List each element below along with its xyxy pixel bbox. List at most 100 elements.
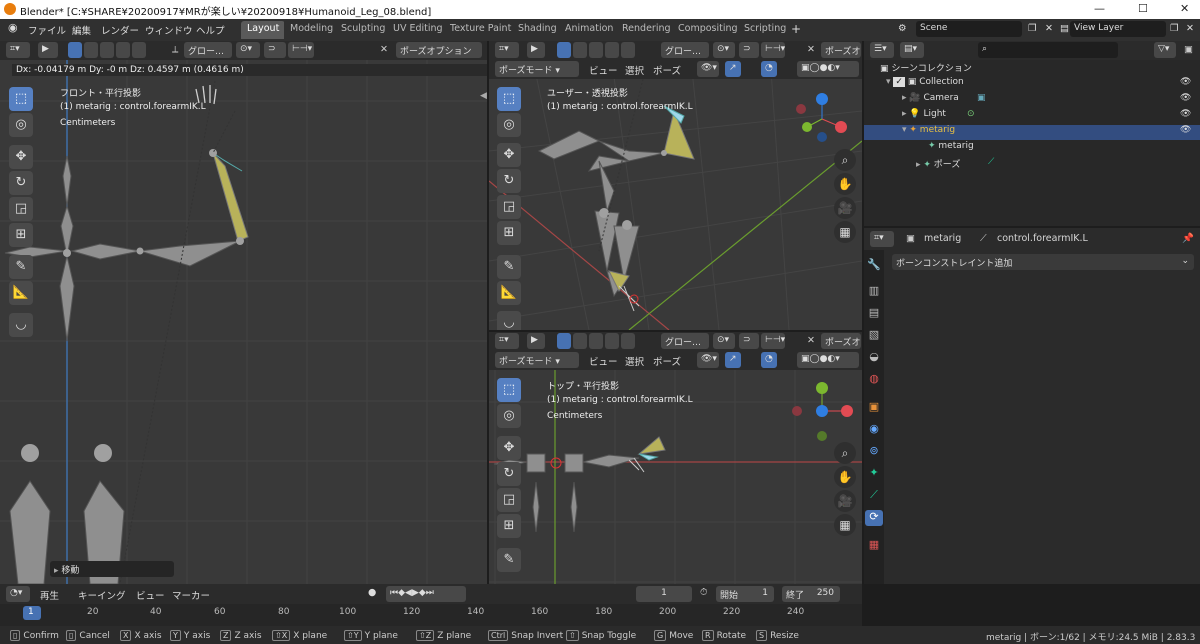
top-tool-transform[interactable]: ⊞: [497, 514, 521, 538]
outliner-search-input[interactable]: ⌕: [978, 42, 1118, 58]
persp-select-subtract-icon[interactable]: [589, 42, 603, 58]
persp-shading-modes[interactable]: ▣◯●◐▾: [797, 61, 859, 77]
persp-menu-view[interactable]: ビュー: [589, 63, 618, 77]
tool-cursor[interactable]: ◎: [9, 113, 33, 137]
top-pose-options-dropdown[interactable]: ポーズオ: [821, 333, 861, 349]
persp-zoom-icon[interactable]: ⌕: [834, 149, 856, 171]
persp-overlay-icon[interactable]: ◔: [761, 61, 777, 77]
viewport-top[interactable]: ⌗▾ ▶ グロー… ⊙▾ ⊃ ⊢⊣▾ ✕ ポーズオ ポーズモード ▾ ビュー 選…: [489, 332, 862, 584]
outliner-row-pose[interactable]: ▸ ✦ ポーズ ⟋: [864, 157, 1200, 172]
visibility-eye-icon[interactable]: 👁: [1180, 109, 1191, 119]
persp-tool-scale[interactable]: ◲: [497, 195, 521, 219]
pose-options-dropdown[interactable]: ポーズオプション: [396, 42, 482, 58]
persp-tool-transform[interactable]: ⊞: [497, 221, 521, 245]
persp-tool-relax[interactable]: ◡: [497, 311, 521, 330]
tool-select-box[interactable]: ⬚: [9, 87, 33, 111]
pivot-point-dropdown[interactable]: ⊙▾: [236, 42, 260, 58]
tool-pose-relax[interactable]: ◡: [9, 313, 33, 337]
physics-props-icon[interactable]: ◉: [865, 422, 883, 438]
viewport-front[interactable]: ⌗▾ ▶ ⟂ グロー… ⊙▾ ⊃ ⊢⊣▾ ✕ ポーズオプション Dx: -0.0…: [0, 41, 487, 584]
render-props-icon[interactable]: ▥: [865, 284, 883, 300]
outliner-row-scene-collection[interactable]: ▣ シーンコレクション: [864, 61, 1200, 76]
top-tool-cursor[interactable]: ◎: [497, 404, 521, 428]
menu-window[interactable]: ウィンドウ: [145, 23, 193, 37]
tool-scale[interactable]: ◲: [9, 197, 33, 221]
persp-camera-icon[interactable]: 🎥: [834, 197, 856, 219]
tab-sculpting[interactable]: Sculpting: [335, 21, 392, 39]
timeline-menu-view[interactable]: ビュー: [136, 588, 165, 602]
persp-pan-icon[interactable]: ✋: [834, 173, 856, 195]
persp-tool-rotate[interactable]: ↻: [497, 169, 521, 193]
top-pivot-dropdown[interactable]: ⊙▾: [713, 333, 735, 349]
top-tool-rotate[interactable]: ↻: [497, 462, 521, 486]
top-tool-scale[interactable]: ◲: [497, 488, 521, 512]
add-bone-constraint-dropdown[interactable]: ボーンコンストレイント追加 ⌄: [892, 254, 1194, 270]
current-frame-field[interactable]: 1: [636, 586, 692, 602]
view-layer-delete-icon[interactable]: ✕: [1186, 23, 1194, 34]
bone-props-icon[interactable]: ⟋: [865, 488, 883, 504]
top-mode-dropdown[interactable]: ポーズモード ▾: [495, 352, 579, 368]
outliner-editor-type[interactable]: ☰▾: [870, 42, 894, 58]
persp-tool-annotate[interactable]: ✎: [497, 255, 521, 279]
top-shading-modes[interactable]: ▣◯●◐▾: [797, 352, 859, 368]
tab-modeling[interactable]: Modeling: [284, 21, 340, 39]
tab-compositing[interactable]: Compositing: [672, 21, 744, 39]
select-new-icon[interactable]: [68, 42, 82, 58]
tab-animation[interactable]: Animation: [559, 21, 620, 39]
persp-grid-icon[interactable]: ▦: [834, 221, 856, 243]
tool-move[interactable]: ✥: [9, 145, 33, 169]
tab-texture-paint[interactable]: Texture Paint: [444, 21, 518, 39]
editor-type-dropdown[interactable]: ⌗▾: [6, 42, 30, 58]
top-menu-pose[interactable]: ポーズ: [653, 354, 681, 368]
playback-controls[interactable]: ⏮◆◀▶◆⏭: [386, 586, 466, 602]
persp-menu-select[interactable]: 選択: [625, 63, 644, 77]
top-tool-move[interactable]: ✥: [497, 436, 521, 460]
object-props-icon[interactable]: ▣: [865, 400, 883, 416]
persp-tool-measure[interactable]: 📐: [497, 281, 521, 305]
outliner-row-light[interactable]: ▸ 💡 Light ⊙ 👁: [864, 109, 1200, 124]
tab-shading[interactable]: Shading: [512, 21, 563, 39]
tool-rotate[interactable]: ↻: [9, 171, 33, 195]
visibility-eye-icon[interactable]: 👁: [1180, 125, 1191, 135]
view-layer-selector[interactable]: View Layer: [1070, 21, 1166, 37]
timeline-menu-keying[interactable]: キーイング: [78, 588, 126, 602]
persp-menu-pose[interactable]: ポーズ: [653, 63, 681, 77]
outliner-row-metarig[interactable]: ▾ ✦ metarig 👁: [864, 125, 1200, 140]
select-intersect-icon[interactable]: [132, 42, 146, 58]
persp-tool-cursor[interactable]: ◎: [497, 113, 521, 137]
texture-props-icon[interactable]: ▦: [865, 538, 883, 554]
close-icon[interactable]: ✕: [1180, 2, 1189, 15]
top-zoom-icon[interactable]: ⌕: [834, 442, 856, 464]
start-frame-field[interactable]: 開始 1: [716, 586, 774, 602]
timeline-menu-playback[interactable]: 再生: [40, 588, 59, 602]
tab-uv-editing[interactable]: UV Editing: [387, 21, 449, 39]
last-operator-panel[interactable]: ▸ 移動: [50, 561, 174, 577]
persp-navigation-gizmo[interactable]: [789, 87, 859, 147]
collapse-sidebar-icon[interactable]: ◀: [480, 91, 487, 101]
scene-selector[interactable]: Scene: [916, 21, 1022, 37]
persp-tool-select-box[interactable]: ⬚: [497, 87, 521, 111]
outliner-row-metarig-data[interactable]: ✦ metarig: [864, 141, 1200, 156]
top-tool-select-box[interactable]: ⬚: [497, 378, 521, 402]
snap-toggle-icon[interactable]: ⊃: [264, 42, 286, 58]
pin-icon[interactable]: 📌: [1182, 233, 1194, 244]
top-grid-icon[interactable]: ▦: [834, 514, 856, 536]
bone-constraint-props-icon[interactable]: ⟳: [865, 510, 883, 526]
select-tool-icon[interactable]: ▶: [38, 42, 58, 58]
top-select-intersect-icon[interactable]: [621, 333, 635, 349]
outliner-display-mode[interactable]: ▤▾: [900, 42, 924, 58]
view-layer-copy-icon[interactable]: ❐: [1170, 23, 1179, 34]
top-visibility-icon[interactable]: 👁▾: [697, 352, 719, 368]
persp-snap-icon[interactable]: ⊃: [739, 42, 759, 58]
minimize-icon[interactable]: —: [1094, 2, 1105, 15]
persp-gizmo-icon[interactable]: ↗: [725, 61, 741, 77]
persp-select-intersect-icon[interactable]: [621, 42, 635, 58]
outliner-row-camera[interactable]: ▸ 🎥 Camera ▣ 👁: [864, 93, 1200, 108]
persp-xray-icon[interactable]: ✕: [807, 44, 815, 55]
top-camera-icon[interactable]: 🎥: [834, 490, 856, 512]
visibility-eye-icon[interactable]: 👁: [1180, 77, 1191, 87]
scene-copy-icon[interactable]: ❐: [1028, 23, 1037, 34]
select-invert-icon[interactable]: [116, 42, 130, 58]
persp-mode-dropdown[interactable]: ポーズモード ▾: [495, 61, 579, 77]
maximize-icon[interactable]: ☐: [1138, 2, 1148, 15]
